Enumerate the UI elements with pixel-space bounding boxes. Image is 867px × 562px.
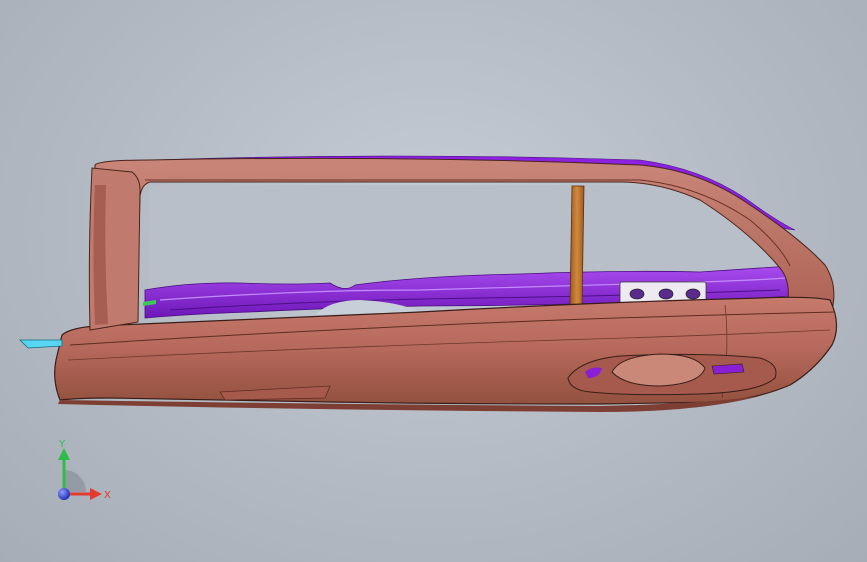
coordinate-triad[interactable]: Y X bbox=[40, 436, 120, 516]
car-door-model[interactable] bbox=[0, 0, 867, 562]
y-axis-label: Y bbox=[58, 439, 66, 450]
graphics-viewport[interactable]: Y X bbox=[0, 0, 867, 562]
b-pillar bbox=[569, 185, 585, 307]
z-axis-sphere bbox=[58, 488, 70, 500]
door-handle bbox=[567, 353, 777, 396]
x-axis-arrow bbox=[90, 488, 102, 500]
triad-arc bbox=[64, 470, 86, 492]
x-axis-label: X bbox=[104, 490, 111, 501]
front-clip bbox=[19, 339, 63, 349]
